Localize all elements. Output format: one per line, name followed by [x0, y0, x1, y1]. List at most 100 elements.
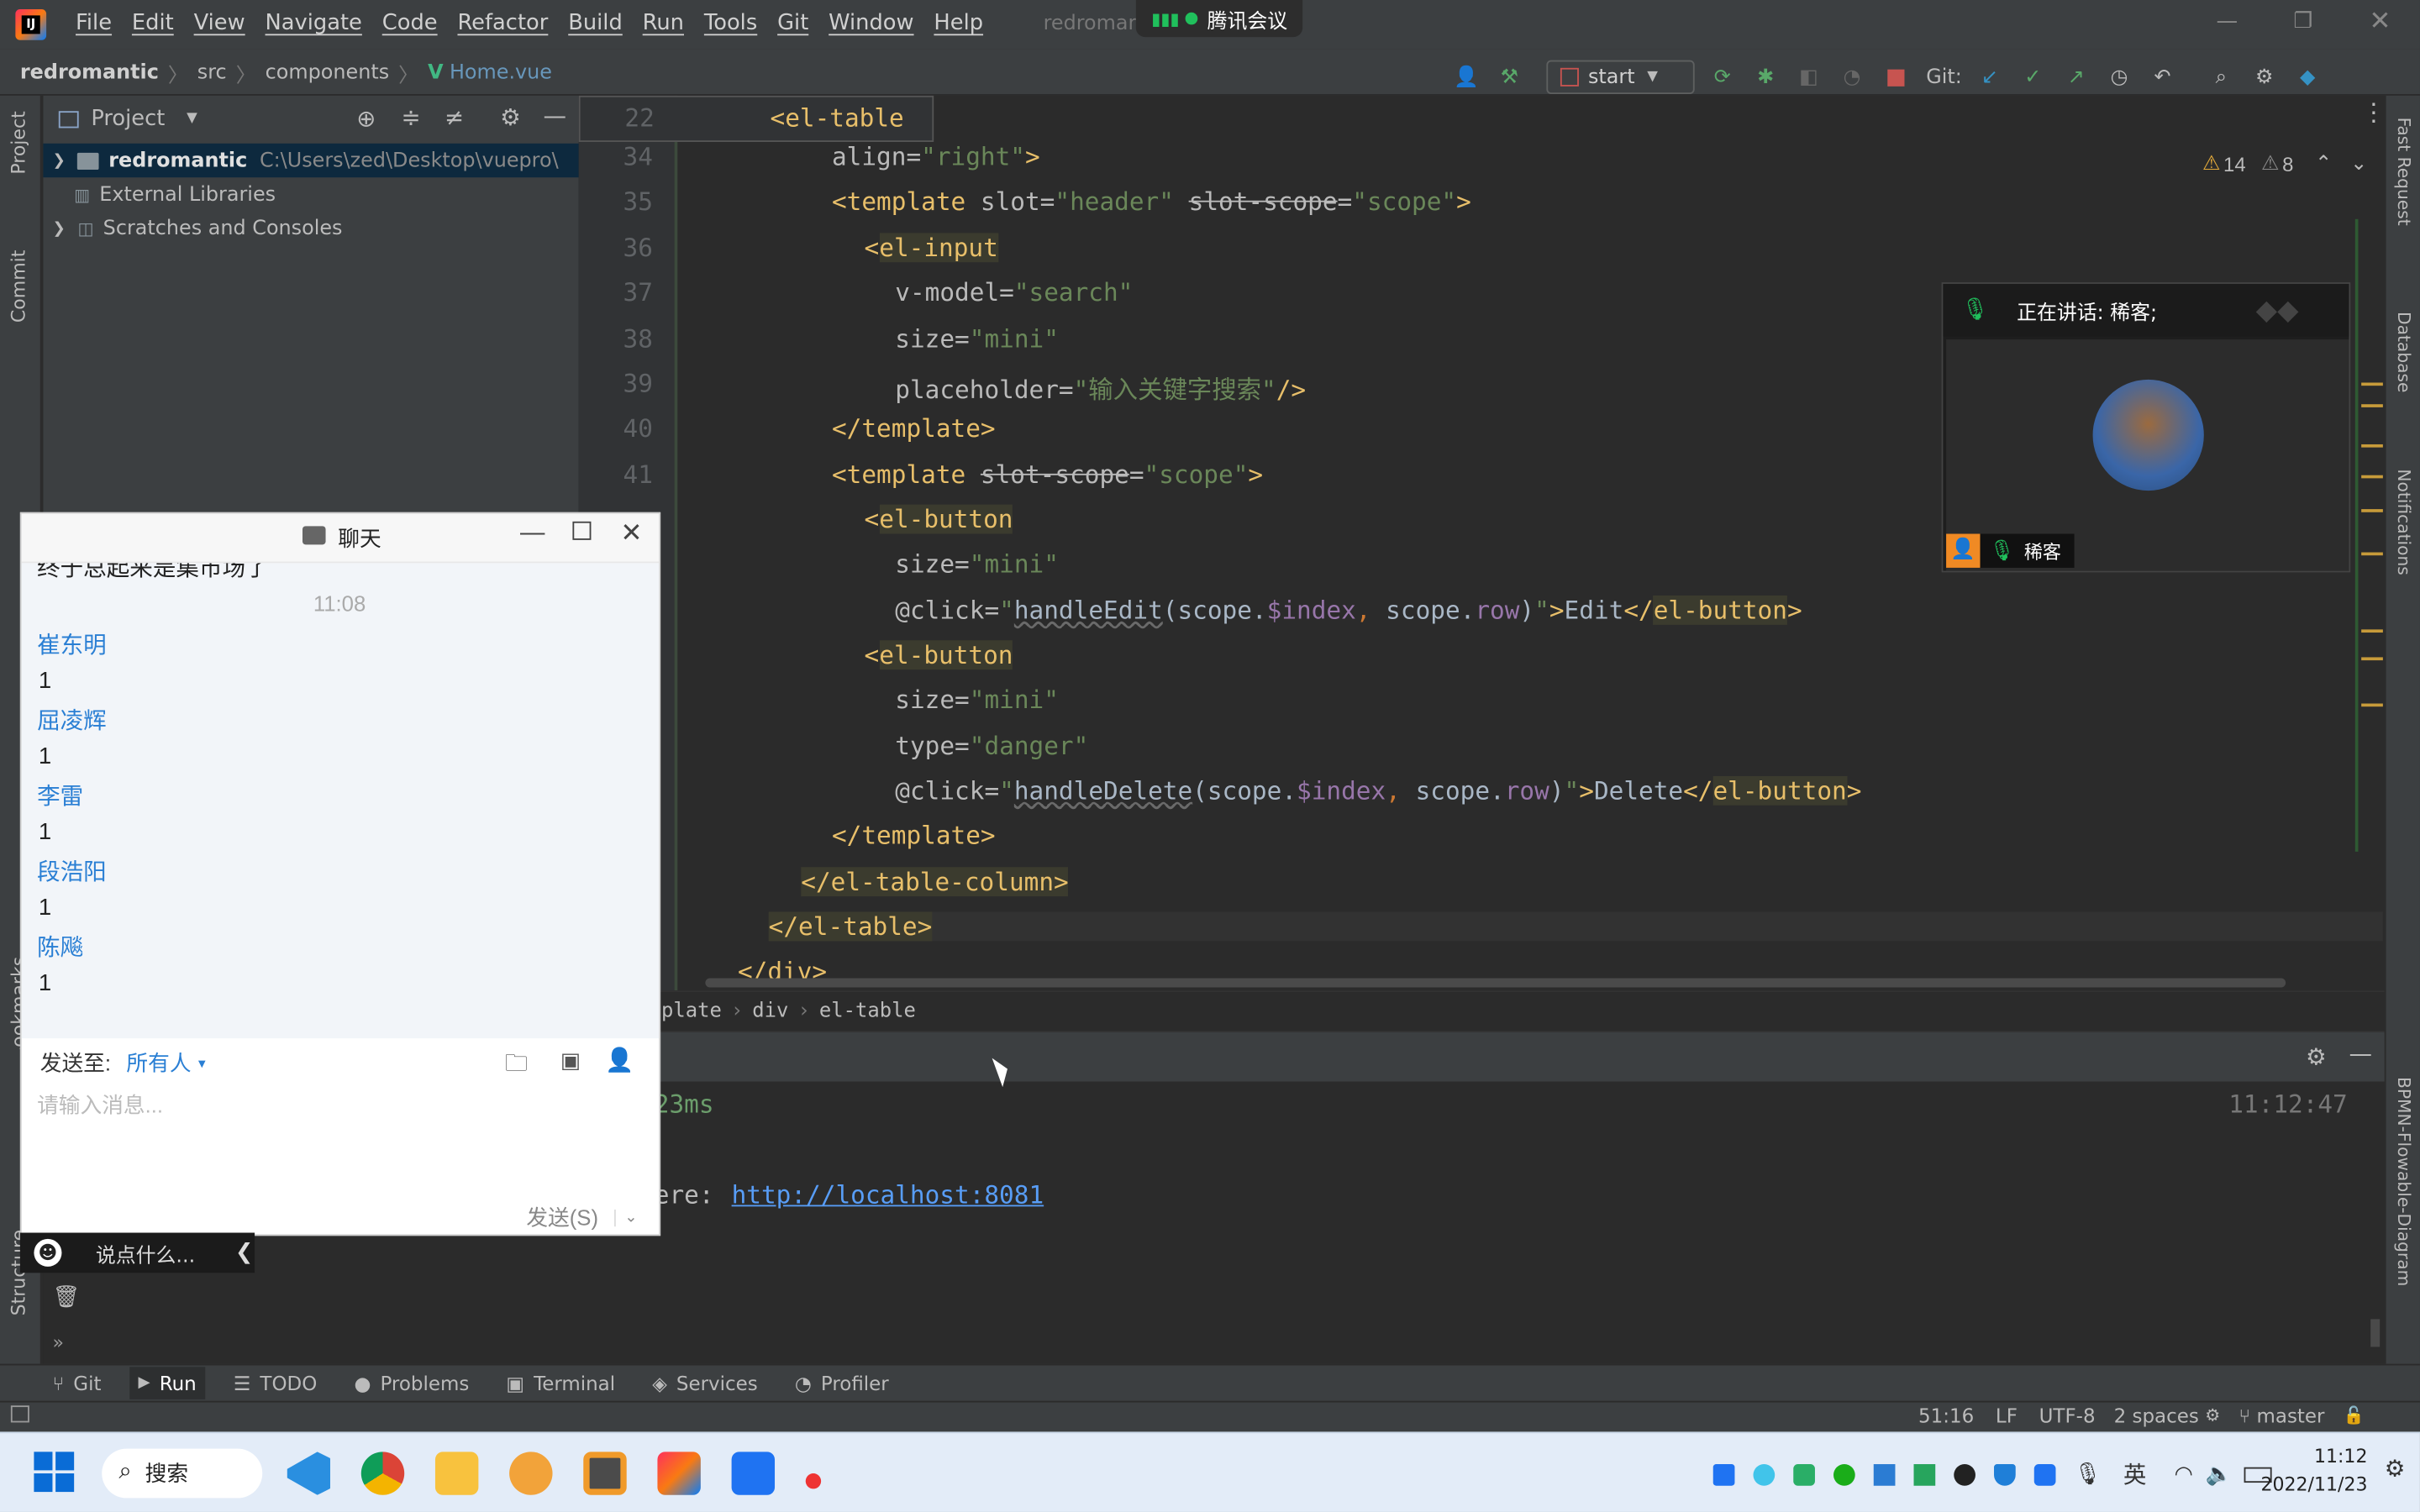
- chat-message-list[interactable]: 终于总起来是集市场了 11:08 崔东明 1 屈凌辉 1 李雷 1 段浩阳 1 …: [21, 563, 660, 1039]
- chevron-down-icon[interactable]: ▼: [187, 111, 197, 126]
- menu-git[interactable]: Git: [777, 11, 808, 35]
- next-highlight-icon[interactable]: ⌄: [2350, 151, 2367, 176]
- menu-navigate[interactable]: Navigate: [266, 11, 362, 35]
- intellij-taskbar-icon[interactable]: [657, 1452, 701, 1495]
- commit-tool-button[interactable]: Commit: [8, 250, 29, 329]
- menu-file[interactable]: File: [76, 11, 112, 35]
- chevron-down-icon[interactable]: ⌄: [613, 1209, 638, 1226]
- chat-minimize-icon[interactable]: —: [520, 520, 544, 548]
- user-icon[interactable]: 👤: [1454, 65, 1479, 89]
- send-to-select[interactable]: 所有人: [126, 1047, 191, 1079]
- locate-icon[interactable]: ⊕: [356, 105, 376, 133]
- editor-crumb[interactable]: el-table: [819, 1000, 916, 1023]
- history-icon[interactable]: ◷: [2107, 65, 2131, 89]
- sublime-text-icon[interactable]: [583, 1452, 627, 1495]
- rerun-icon[interactable]: ⟳: [1710, 65, 1734, 89]
- previous-highlight-icon[interactable]: ⌃: [2315, 151, 2332, 176]
- crumb-project[interactable]: redromantic: [20, 61, 159, 85]
- tray-app-icon[interactable]: [2033, 1463, 2056, 1485]
- clock-date[interactable]: 2022/11/23: [2244, 1473, 2367, 1495]
- crumb-src[interactable]: src: [197, 61, 227, 85]
- tab-problems[interactable]: ● Problems: [354, 1372, 469, 1395]
- profile-icon[interactable]: ◔: [1839, 65, 1864, 89]
- sender-name[interactable]: 陈飚: [37, 931, 83, 963]
- error-stripe-mark[interactable]: [2361, 552, 2383, 556]
- project-tool-button[interactable]: Project: [8, 111, 29, 181]
- chat-maximize-icon[interactable]: [572, 521, 592, 540]
- emoji-icon[interactable]: ☻: [34, 1238, 62, 1267]
- close-window-icon[interactable]: ✕: [2369, 6, 2391, 37]
- rollback-icon[interactable]: ↶: [2150, 65, 2175, 89]
- stop-icon[interactable]: [1883, 65, 1907, 89]
- notifications-button[interactable]: Notifications: [2394, 469, 2414, 581]
- tab-run[interactable]: ▶ Run: [129, 1367, 206, 1399]
- horizontal-scrollbar[interactable]: [705, 978, 2286, 988]
- coverage-icon[interactable]: ◧: [1797, 65, 1821, 89]
- collapse-icon[interactable]: ❮: [235, 1241, 254, 1265]
- error-stripe-mark[interactable]: [2361, 509, 2383, 512]
- meeting-video-panel[interactable]: 🎙 正在讲话: 稀客; ◆◆ 👤 🎙 稀客: [1941, 282, 2351, 573]
- tray-app-icon[interactable]: [1753, 1463, 1776, 1485]
- debug-icon[interactable]: ✱: [1753, 65, 1777, 89]
- database-button[interactable]: Database: [2394, 312, 2414, 399]
- panel-settings-icon[interactable]: ⚙: [2306, 1043, 2327, 1071]
- video-tile[interactable]: 👤 🎙 稀客: [1946, 339, 2349, 571]
- menu-refactor[interactable]: Refactor: [457, 11, 548, 35]
- menu-tools[interactable]: Tools: [704, 11, 757, 35]
- sender-name[interactable]: 屈凌辉: [37, 704, 107, 737]
- crumb-file[interactable]: Home.vue: [450, 61, 552, 85]
- member-icon[interactable]: 👤: [605, 1046, 634, 1074]
- tab-git[interactable]: ⑂ Git: [52, 1372, 101, 1395]
- error-stripe-mark[interactable]: [2361, 475, 2383, 479]
- error-stripe-mark[interactable]: [2361, 629, 2383, 633]
- bpmn-button[interactable]: BPMN-Flowable-Diagram: [2394, 1077, 2414, 1293]
- sender-name[interactable]: 段浩阳: [37, 855, 107, 888]
- settings-gear-icon[interactable]: ⚙: [2252, 65, 2276, 89]
- error-stripe-mark[interactable]: [2361, 404, 2383, 407]
- error-stripe-mark[interactable]: [2361, 444, 2383, 448]
- menu-view[interactable]: View: [194, 11, 245, 35]
- menu-build[interactable]: Build: [568, 11, 623, 35]
- security-shield-icon[interactable]: [1994, 1463, 2016, 1485]
- error-stripe-mark[interactable]: [2361, 703, 2383, 707]
- clock-time[interactable]: 11:12: [2300, 1446, 2368, 1467]
- search-icon[interactable]: ⌕: [2209, 65, 2233, 89]
- tray-app-icon[interactable]: [1873, 1463, 1896, 1485]
- vscode-icon[interactable]: [287, 1452, 331, 1495]
- inspection-widget[interactable]: ⚠ 14 ⚠ 8 ⌃ ⌄: [2202, 151, 2367, 176]
- menu-window[interactable]: Window: [829, 11, 913, 35]
- more-options-icon[interactable]: ⋮: [2361, 97, 2386, 127]
- meeting-indicator[interactable]: ▮▮▮ 腾讯会议: [1135, 0, 1303, 38]
- chevron-down-icon[interactable]: ▼: [196, 1056, 208, 1070]
- tray-app-icon[interactable]: [1712, 1463, 1735, 1485]
- menu-code[interactable]: Code: [382, 11, 438, 35]
- indent-setting[interactable]: 2 spaces: [2114, 1404, 2199, 1427]
- sender-name[interactable]: 李雷: [37, 780, 83, 812]
- crumb-components[interactable]: components: [266, 61, 390, 85]
- windows-start-icon[interactable]: [34, 1452, 75, 1493]
- chevron-right-icon[interactable]: ❯: [52, 220, 65, 237]
- file-icon[interactable]: 🗀: [505, 1047, 529, 1086]
- build-hammer-icon[interactable]: ⚒: [1497, 65, 1522, 89]
- say-something-bar[interactable]: ☻ 说点什么... ❮: [19, 1232, 255, 1273]
- sender-name[interactable]: 崔东明: [37, 628, 107, 661]
- file-explorer-icon[interactable]: [434, 1452, 479, 1495]
- wifi-icon[interactable]: ◠: [2175, 1462, 2193, 1486]
- console-scrollbar[interactable]: [2370, 1319, 2381, 1347]
- lock-icon[interactable]: 🔓: [2344, 1405, 2365, 1425]
- caret-position[interactable]: 51:16: [1918, 1404, 1974, 1427]
- menu-run[interactable]: Run: [643, 11, 684, 35]
- file-encoding[interactable]: UTF-8: [2039, 1404, 2096, 1427]
- chevron-right-icon[interactable]: ❯: [52, 152, 65, 169]
- hide-panel-icon[interactable]: —: [2349, 1040, 2372, 1068]
- tray-app-icon[interactable]: [1913, 1463, 1936, 1485]
- volume-icon[interactable]: 🔈: [2206, 1462, 2233, 1486]
- fast-request-button[interactable]: Fast Request: [2394, 118, 2414, 232]
- expand-all-icon[interactable]: ≑: [402, 103, 421, 131]
- taskbar-search[interactable]: ⌕ 搜索: [102, 1448, 263, 1499]
- tab-todo[interactable]: ☰ TODO: [234, 1372, 317, 1395]
- meeting-taskbar-icon[interactable]: [731, 1452, 776, 1495]
- trash-icon[interactable]: 🗑: [52, 1285, 80, 1310]
- message-input[interactable]: 请输入消息...: [37, 1089, 163, 1121]
- editor-crumb[interactable]: div: [752, 1000, 788, 1023]
